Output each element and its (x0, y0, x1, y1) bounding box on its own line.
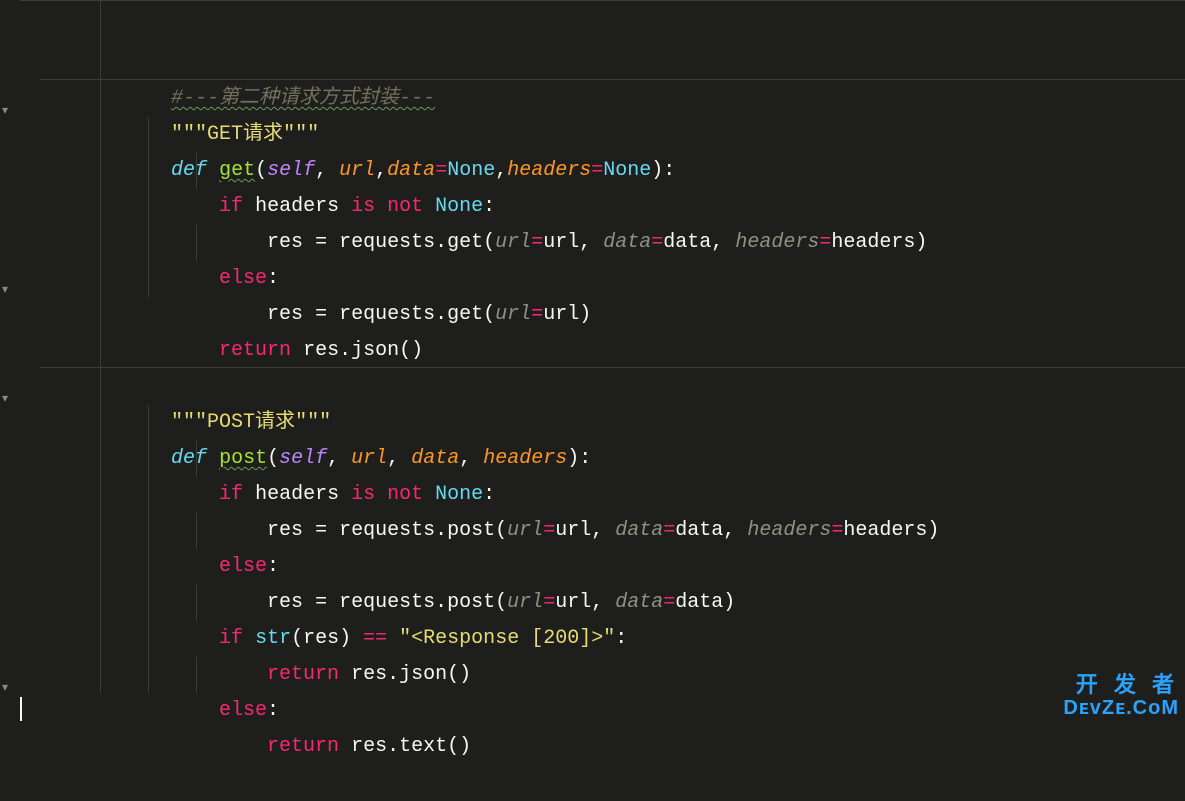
fold-icon[interactable]: ▾ (2, 93, 16, 107)
indent-guide (148, 621, 149, 657)
code-line[interactable]: def get(self, url,data=None,headers=None… (20, 81, 1185, 117)
code-line[interactable]: res = requests.post(url=url, data=data) (20, 513, 1185, 549)
indent-guide (100, 441, 101, 477)
indent-guide (196, 585, 197, 621)
indent-guide (100, 153, 101, 189)
indent-guide (148, 513, 149, 549)
indent-guide (100, 657, 101, 693)
code-line[interactable]: """POST请求""" (20, 333, 1185, 369)
fold-icon[interactable]: ▾ (2, 272, 16, 286)
code-line[interactable]: if str(res) == "<Response [200]>": (20, 549, 1185, 585)
code-line[interactable]: def post(self, url, data, headers): (20, 369, 1185, 405)
text-cursor (20, 697, 22, 721)
separator-line (40, 79, 1185, 80)
separator-line (40, 367, 1185, 368)
indent-guide (100, 405, 101, 441)
indent-guide (148, 585, 149, 621)
indent-guide (100, 189, 101, 225)
code-line[interactable]: else: (20, 189, 1185, 225)
indent-guide (100, 549, 101, 585)
indent-guide (148, 477, 149, 513)
code-line[interactable] (20, 693, 1185, 721)
indent-guide (148, 549, 149, 585)
indent-guide (196, 153, 197, 189)
code-line[interactable]: return res.json() (20, 585, 1185, 621)
code-area[interactable]: #---第二种请求方式封装--- """GET请求""" def get(sel… (20, 0, 1185, 724)
code-line[interactable]: if headers is not None: (20, 117, 1185, 153)
indent-guide (196, 225, 197, 261)
indent-guide (148, 657, 149, 693)
indent-guide (100, 585, 101, 621)
indent-guide (100, 621, 101, 657)
code-line[interactable]: else: (20, 477, 1185, 513)
code-line[interactable]: else: (20, 621, 1185, 657)
indent-guide (148, 261, 149, 297)
indent-guide (100, 297, 101, 333)
indent-guide (196, 657, 197, 693)
indent-guide (100, 117, 101, 153)
indent-guide (148, 405, 149, 441)
indent-guide (100, 477, 101, 513)
code-line[interactable]: res = requests.post(url=url, data=data, … (20, 441, 1185, 477)
indent-guide (148, 225, 149, 261)
indent-guide (148, 441, 149, 477)
indent-guide (100, 369, 101, 405)
indent-guide (196, 513, 197, 549)
code-line[interactable] (20, 297, 1185, 333)
code-line[interactable]: if headers is not None: (20, 405, 1185, 441)
indent-guide (100, 333, 101, 369)
code-line[interactable]: return res.json() (20, 261, 1185, 297)
code-line[interactable]: """GET请求""" (20, 45, 1185, 81)
code-line[interactable]: res = requests.get(url=url) (20, 225, 1185, 261)
code-editor[interactable]: ▾ ▾ ▾ ▾ #---第二种请求方式封装--- """GET请求""" def… (0, 0, 1185, 724)
indent-guide (148, 153, 149, 189)
code-line[interactable]: res = requests.get(url=url, data=data, h… (20, 153, 1185, 189)
indent-guide (196, 441, 197, 477)
gutter: ▾ ▾ ▾ ▾ (0, 0, 20, 724)
indent-guide (100, 81, 101, 117)
indent-guide (100, 225, 101, 261)
fold-icon[interactable]: ▾ (2, 670, 16, 684)
indent-guide (100, 45, 101, 81)
indent-guide (148, 189, 149, 225)
code-line[interactable]: return res.text() (20, 657, 1185, 693)
code-line[interactable]: #---第二种请求方式封装--- (20, 0, 1185, 45)
indent-guide (100, 0, 101, 45)
fold-icon[interactable]: ▾ (2, 381, 16, 395)
indent-guide (100, 513, 101, 549)
indent-guide (100, 261, 101, 297)
indent-guide (148, 117, 149, 153)
